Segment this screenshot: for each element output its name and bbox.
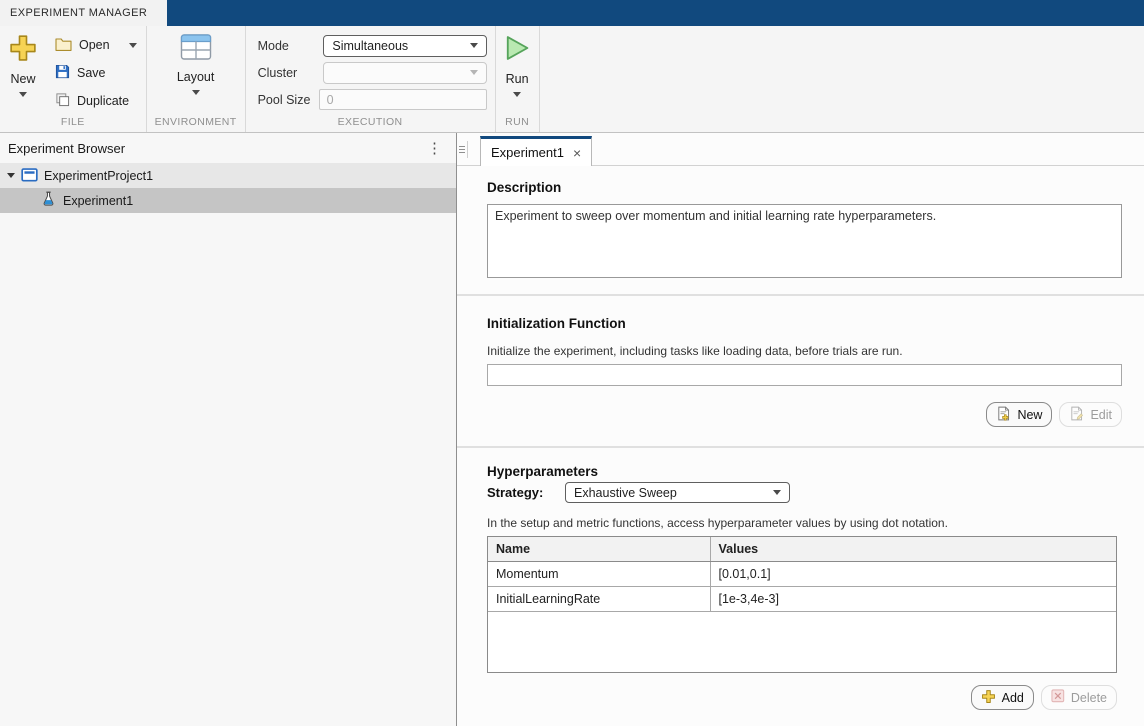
section-divider	[457, 294, 1144, 296]
run-play-icon	[502, 33, 532, 68]
pool-size-label: Pool Size	[257, 92, 311, 107]
experiment-name: Experiment1	[63, 193, 134, 208]
table-row[interactable]: Momentum [0.01,0.1]	[488, 561, 1116, 587]
expand-caret-icon[interactable]	[7, 173, 15, 178]
strategy-value: Exhaustive Sweep	[574, 485, 677, 500]
tree-item-project[interactable]: ExperimentProject1	[0, 163, 456, 188]
run-button[interactable]: Run	[496, 26, 538, 116]
experiment-manager-window: EXPERIMENT MANAGER New Open Save Duplica…	[0, 0, 1144, 726]
cluster-dropdown	[323, 61, 487, 84]
section-divider	[457, 446, 1144, 448]
run-button-label: Run	[505, 72, 529, 86]
init-edit-button-label: Edit	[1090, 407, 1112, 422]
toolstrip-section-execution: Mode Simultaneous Cluster Pool Size 0 EX…	[246, 26, 496, 132]
toolstrip-section-environment: Layout ENVIRONMENT	[147, 26, 246, 132]
save-button-label: Save	[77, 66, 106, 80]
init-function-hint: Initialize the experiment, including tas…	[487, 344, 903, 358]
pool-size-input	[318, 89, 487, 110]
file-section-label: FILE	[60, 116, 85, 128]
table-row[interactable]: InitialLearningRate [1e-3,4e-3]	[488, 586, 1116, 612]
init-new-button-label: New	[1017, 407, 1043, 422]
column-header-values: Values	[710, 537, 1116, 562]
cluster-label: Cluster	[257, 65, 298, 80]
chevron-down-icon[interactable]	[128, 42, 137, 48]
delete-hyperparameter-button: Delete	[1040, 685, 1117, 710]
experiment-tree: ExperimentProject1 Experiment1	[0, 163, 456, 213]
layout-button[interactable]: Layout	[173, 26, 219, 116]
init-edit-button: Edit	[1059, 402, 1122, 427]
duplicate-icon	[55, 92, 70, 110]
open-button[interactable]: Open	[46, 32, 146, 58]
hyperparameter-name[interactable]: Momentum	[488, 561, 711, 587]
toolstrip: New Open Save Duplicate FILE Layout ENVI…	[0, 26, 1144, 133]
new-function-icon	[996, 406, 1011, 424]
chevron-down-icon[interactable]	[19, 92, 27, 97]
plus-icon	[8, 33, 38, 68]
strategy-dropdown[interactable]: Exhaustive Sweep	[565, 482, 790, 503]
chevron-down-icon[interactable]	[513, 92, 522, 97]
save-button[interactable]: Save	[46, 60, 146, 86]
init-new-button[interactable]: New	[986, 402, 1053, 427]
document-panel: Experiment1 × Description Experiment to …	[457, 133, 1144, 726]
tree-item-experiment[interactable]: Experiment1	[0, 188, 456, 213]
mode-label: Mode	[257, 38, 289, 53]
hyperparameter-name[interactable]: InitialLearningRate	[488, 586, 711, 612]
tab-experiment1-label: Experiment1	[491, 145, 564, 160]
init-function-input[interactable]	[487, 364, 1122, 386]
hyperparameters-heading: Hyperparameters	[487, 464, 599, 479]
edit-function-icon	[1069, 406, 1084, 424]
project-icon	[21, 167, 38, 185]
strategy-label: Strategy:	[487, 485, 544, 500]
layout-icon	[180, 33, 212, 66]
toolstrip-section-run: Run RUN	[496, 26, 540, 132]
experiment-browser-title: Experiment Browser	[8, 140, 126, 156]
tab-experiment1[interactable]: Experiment1 ×	[480, 136, 593, 166]
folder-icon	[55, 37, 72, 54]
hyperparameter-values[interactable]: [0.01,0.1]	[710, 561, 1116, 587]
experiment-browser-panel: Experiment Browser ⋮ ExperimentProject1 …	[0, 133, 457, 726]
close-icon[interactable]: ×	[573, 146, 581, 160]
run-section-label: RUN	[505, 116, 530, 128]
add-button-label: Add	[1001, 690, 1024, 705]
new-button-label: New	[10, 72, 36, 86]
mode-value: Simultaneous	[332, 38, 409, 53]
hyperparameters-table: Name Values Momentum [0.01,0.1] InitialL…	[487, 536, 1117, 673]
description-textarea[interactable]: Experiment to sweep over momentum and in…	[487, 204, 1122, 278]
layout-button-label: Layout	[176, 70, 215, 84]
document-tabstrip: Experiment1 ×	[457, 133, 1144, 166]
experiment-flask-icon	[41, 191, 56, 210]
chevron-down-icon	[469, 43, 478, 48]
delete-button-label: Delete	[1070, 690, 1107, 705]
save-icon	[55, 64, 70, 82]
mode-dropdown[interactable]: Simultaneous	[323, 34, 487, 57]
chevron-down-icon[interactable]	[191, 90, 200, 95]
hyperparameter-values[interactable]: [1e-3,4e-3]	[710, 586, 1116, 612]
execution-section-label: EXECUTION	[337, 116, 403, 128]
ribbon-tab-bar: EXPERIMENT MANAGER	[0, 0, 1144, 26]
project-name: ExperimentProject1	[44, 168, 154, 183]
description-heading: Description	[487, 180, 562, 195]
experiment-form: Description Experiment to sweep over mom…	[457, 166, 1144, 726]
duplicate-button-label: Duplicate	[77, 94, 130, 108]
panel-menu-icon[interactable]: ⋮	[427, 141, 442, 156]
table-empty-area	[488, 612, 1116, 672]
environment-section-label: ENVIRONMENT	[154, 116, 237, 128]
add-hyperparameter-button[interactable]: Add	[970, 685, 1034, 710]
hyperparameters-hint: In the setup and metric functions, acces…	[487, 516, 948, 530]
open-button-label: Open	[79, 38, 110, 52]
add-plus-icon	[981, 689, 996, 707]
column-header-name: Name	[488, 537, 711, 562]
chevron-down-icon	[469, 70, 478, 75]
duplicate-button[interactable]: Duplicate	[46, 88, 146, 114]
new-button[interactable]: New	[0, 26, 46, 116]
table-header-row: Name Values	[488, 537, 1116, 562]
ribbon-tab-experiment-manager[interactable]: EXPERIMENT MANAGER	[0, 0, 168, 26]
toolstrip-spacer	[540, 26, 1144, 132]
init-function-heading: Initialization Function	[487, 316, 626, 331]
chevron-down-icon	[773, 490, 781, 495]
delete-x-icon	[1051, 689, 1065, 706]
toolstrip-section-file: New Open Save Duplicate FILE	[0, 26, 147, 132]
tabstrip-grip-icon[interactable]	[457, 141, 468, 158]
